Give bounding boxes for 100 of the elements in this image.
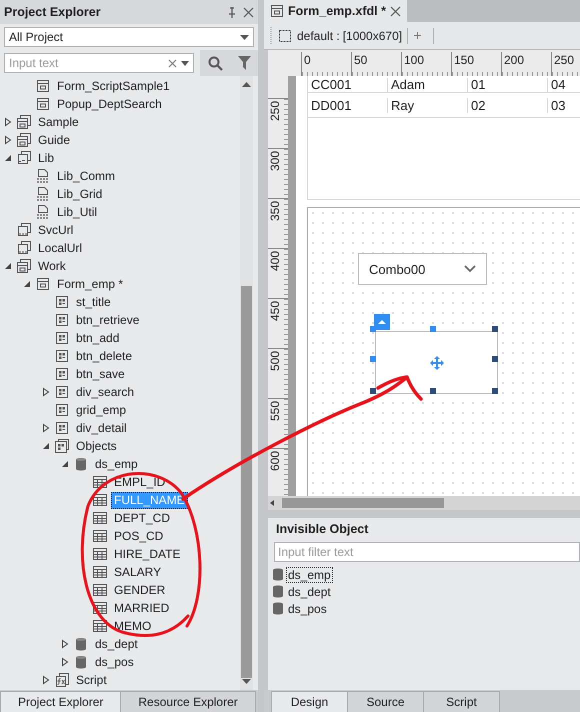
tree-toggle-icon[interactable] bbox=[2, 134, 14, 146]
layout-name: default : bbox=[297, 28, 340, 42]
tree-item[interactable]: btn_retrieve bbox=[73, 312, 142, 328]
tree-toggle-icon[interactable] bbox=[59, 638, 71, 650]
tree-toggle-icon[interactable] bbox=[59, 656, 71, 668]
tree-item[interactable]: grid_emp bbox=[73, 402, 130, 418]
document-tab[interactable]: Form_emp.xfdl * bbox=[264, 0, 407, 22]
database-icon bbox=[273, 568, 283, 581]
ruler-label: 100 bbox=[404, 53, 424, 67]
tree-toggle-icon[interactable] bbox=[40, 386, 52, 398]
tree-item[interactable]: ds_dept bbox=[92, 636, 141, 652]
resize-handle[interactable] bbox=[370, 356, 376, 362]
object-item[interactable]: ds_emp bbox=[286, 566, 333, 582]
chevron-down-icon bbox=[464, 265, 476, 273]
table-icon bbox=[92, 528, 108, 544]
forms-icon bbox=[16, 114, 32, 130]
scrollbar-thumb[interactable] bbox=[241, 286, 252, 678]
close-icon[interactable] bbox=[243, 6, 254, 18]
table-icon bbox=[92, 492, 108, 508]
view-tab[interactable]: Source bbox=[347, 691, 424, 712]
resize-handle[interactable] bbox=[492, 388, 498, 394]
ruler-label: 0 bbox=[304, 53, 311, 67]
database-icon bbox=[73, 456, 89, 472]
script-file-icon bbox=[35, 186, 51, 202]
grip-icon bbox=[270, 26, 273, 44]
search-box[interactable]: Input text bbox=[4, 53, 194, 73]
tree-item[interactable]: Form_emp * bbox=[54, 276, 126, 292]
search-icon[interactable] bbox=[208, 56, 222, 70]
tree-item[interactable]: Guide bbox=[35, 132, 74, 148]
panel-tab[interactable]: Resource Explorer bbox=[120, 691, 256, 712]
object-item[interactable]: ds_dept bbox=[286, 584, 333, 600]
tree-item[interactable]: HIRE_DATE bbox=[111, 546, 184, 562]
search-field[interactable]: Input text bbox=[9, 56, 164, 70]
tree-item[interactable]: DEPT_CD bbox=[111, 510, 174, 526]
tree-item[interactable]: Sample bbox=[35, 114, 82, 130]
resize-handle[interactable] bbox=[492, 356, 498, 362]
table-icon bbox=[92, 474, 108, 490]
tree-item[interactable]: st_title bbox=[73, 294, 114, 310]
forms-icon bbox=[16, 132, 32, 148]
tree-toggle-icon[interactable] bbox=[40, 422, 52, 434]
static-box[interactable] bbox=[375, 331, 498, 394]
tree-item[interactable]: Work bbox=[35, 258, 69, 274]
tree-item[interactable]: Popup_DeptSearch bbox=[54, 96, 165, 112]
server-file-icon bbox=[16, 240, 32, 256]
resize-handle[interactable] bbox=[492, 326, 498, 332]
view-tab[interactable]: Design bbox=[271, 691, 348, 712]
tree-item[interactable]: SvcUrl bbox=[35, 222, 76, 238]
database-icon bbox=[73, 636, 89, 652]
tree-item[interactable]: MEMO bbox=[111, 618, 154, 634]
tree-item[interactable]: btn_add bbox=[73, 330, 122, 346]
tree-item[interactable]: ds_emp bbox=[92, 456, 141, 472]
filter-box[interactable]: Input filter text bbox=[274, 542, 580, 562]
tree-item[interactable]: div_detail bbox=[73, 420, 130, 436]
tree-item[interactable]: Form_ScriptSample1 bbox=[54, 78, 173, 94]
clear-icon[interactable] bbox=[168, 58, 177, 68]
filter-field[interactable]: Input filter text bbox=[278, 545, 576, 559]
tree-item[interactable]: Objects bbox=[73, 438, 120, 454]
scroll-up-icon[interactable] bbox=[240, 80, 253, 88]
tree-toggle-icon[interactable] bbox=[40, 674, 52, 686]
move-icon bbox=[430, 356, 444, 370]
combo-box[interactable]: Combo00 bbox=[358, 253, 487, 285]
grid-cell: 01 bbox=[468, 78, 548, 92]
tree-item[interactable]: div_search bbox=[73, 384, 138, 400]
tree-item[interactable]: Lib_Util bbox=[54, 204, 100, 220]
view-tab[interactable]: Script bbox=[423, 691, 500, 712]
tree-item[interactable]: Script bbox=[73, 672, 110, 688]
caret-icon[interactable] bbox=[181, 60, 189, 66]
filter-icon[interactable] bbox=[238, 56, 250, 70]
tree-toggle-icon[interactable] bbox=[2, 116, 14, 128]
ruler-label: 500 bbox=[268, 350, 283, 371]
add-icon[interactable] bbox=[413, 31, 422, 40]
tree-item[interactable]: btn_save bbox=[73, 366, 128, 382]
resize-handle[interactable] bbox=[370, 388, 376, 394]
grid-cell: Adam bbox=[388, 78, 468, 92]
grid-cell: CC001 bbox=[308, 78, 388, 92]
tree-item[interactable]: MARRIED bbox=[111, 600, 172, 616]
tree-item[interactable]: Lib_Grid bbox=[54, 186, 106, 202]
component-icon bbox=[54, 402, 70, 418]
grid-cell: DD001 bbox=[308, 98, 388, 112]
tree-item[interactable]: LocalUrl bbox=[35, 240, 86, 256]
tree-item[interactable]: GENDER bbox=[111, 582, 168, 598]
resize-handle[interactable] bbox=[430, 326, 436, 332]
close-icon[interactable] bbox=[390, 6, 401, 16]
pin-icon[interactable] bbox=[227, 6, 237, 18]
component-icon bbox=[54, 348, 70, 364]
scope-dropdown[interactable]: All Project bbox=[4, 27, 254, 47]
ruler-label: 300 bbox=[268, 150, 283, 171]
scrollbar-thumb[interactable] bbox=[282, 498, 444, 508]
tree-item[interactable]: Lib_Comm bbox=[54, 168, 118, 184]
panel-tab[interactable]: Project Explorer bbox=[0, 691, 122, 712]
table-icon bbox=[92, 546, 108, 562]
resize-handle[interactable] bbox=[430, 388, 436, 394]
object-item[interactable]: ds_pos bbox=[286, 600, 329, 616]
table-icon bbox=[92, 510, 108, 526]
tree-item[interactable]: ds_pos bbox=[92, 654, 137, 670]
tree-item[interactable]: POS_CD bbox=[111, 528, 166, 544]
tree-item[interactable]: SALARY bbox=[111, 564, 164, 580]
tree-item[interactable]: btn_delete bbox=[73, 348, 136, 364]
anchor-handle[interactable] bbox=[374, 314, 390, 330]
tree-item[interactable]: Lib bbox=[35, 150, 58, 166]
